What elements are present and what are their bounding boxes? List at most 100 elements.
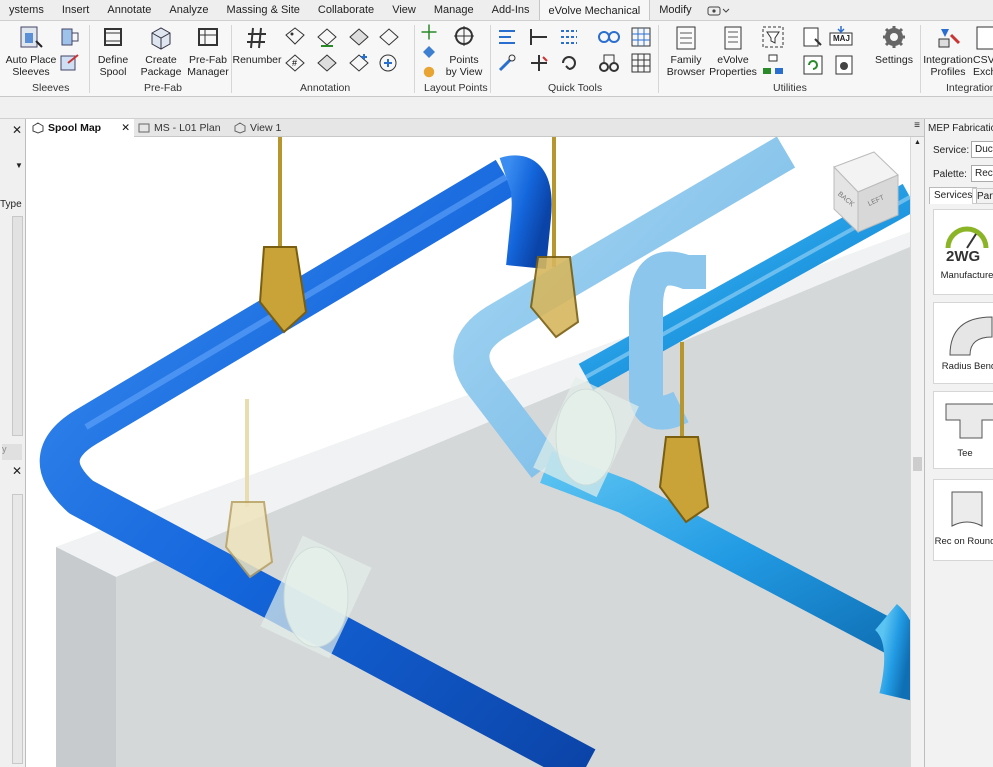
tab-view-1[interactable]: View 1 xyxy=(234,119,304,137)
viewport-scrollbar[interactable]: ▲ xyxy=(910,137,924,767)
family-browser-button[interactable]: Family Browser xyxy=(664,23,708,78)
auto-place-sleeves-button[interactable]: Auto Place Sleeves xyxy=(6,23,56,78)
tag-edit-icon[interactable] xyxy=(315,51,339,75)
ribbon-panel: Auto Place Sleeves Sleeves Define Spool … xyxy=(0,21,993,97)
align-tool-icon[interactable] xyxy=(495,25,519,49)
tab-add-ins[interactable]: Add-Ins xyxy=(483,0,539,20)
rec-on-round-icon xyxy=(951,491,983,527)
rotate-tool-icon[interactable] xyxy=(557,51,581,75)
points-by-view-button[interactable]: Points by View xyxy=(442,23,486,78)
gear-icon xyxy=(883,26,905,48)
pipe-hanger[interactable] xyxy=(529,256,580,339)
service-item-tee[interactable]: Tee xyxy=(933,391,993,469)
tab-modify[interactable]: Modify xyxy=(650,0,700,20)
tag-all-icon[interactable] xyxy=(347,25,371,49)
scrollbar[interactable] xyxy=(12,216,23,436)
tab-parts[interactable]: Parts xyxy=(972,188,993,204)
tag-add-icon[interactable] xyxy=(347,51,371,75)
ribbon-options-dropdown[interactable] xyxy=(701,0,737,20)
dimension-tag-icon[interactable] xyxy=(315,25,339,49)
tab-menu-icon[interactable]: ≡ xyxy=(914,120,920,131)
prefab-manager-button[interactable]: Pre-Fab Manager xyxy=(186,23,230,78)
maj-button[interactable]: MAJ xyxy=(829,25,855,49)
circles-tool-icon[interactable] xyxy=(597,25,621,49)
connect-tool-icon[interactable] xyxy=(597,51,621,75)
wrench-tool-icon[interactable] xyxy=(495,51,519,75)
tag-outline-icon[interactable] xyxy=(377,25,401,49)
tab-collaborate[interactable]: Collaborate xyxy=(309,0,383,20)
3d-view-icon xyxy=(32,122,44,134)
service-dropdown[interactable]: Duct xyxy=(971,141,993,158)
prefab-manager-icon xyxy=(198,28,218,46)
3d-view-icon xyxy=(234,122,246,134)
distribute-tool-icon[interactable] xyxy=(557,25,581,49)
utilities-group-label: Utilities xyxy=(773,82,807,94)
cut-tool-icon[interactable] xyxy=(527,51,551,75)
model-scene: BACK LEFT xyxy=(39,137,910,767)
tag-add-circle-icon[interactable] xyxy=(377,51,401,75)
grid-tool-icon[interactable] xyxy=(629,25,653,49)
renumber-button[interactable]: Renumber xyxy=(232,23,282,66)
number-tag-icon[interactable]: # xyxy=(283,51,307,75)
tab-systems[interactable]: ystems xyxy=(0,0,53,20)
sleeve-tool-icon[interactable] xyxy=(58,25,82,49)
sleeve-edit-icon[interactable] xyxy=(58,51,82,75)
create-package-button[interactable]: Create Package xyxy=(138,23,184,78)
close-icon[interactable]: ✕ xyxy=(12,464,22,478)
tab-ms-l01-plan[interactable]: MS - L01 Plan xyxy=(138,119,234,137)
tab-analyze[interactable]: Analyze xyxy=(160,0,217,20)
prefab-group-label: Pre-Fab xyxy=(144,82,182,94)
palette-dropdown[interactable]: Recta xyxy=(971,165,993,182)
tab-services[interactable]: Services xyxy=(929,187,978,204)
layout-point-icon[interactable] xyxy=(420,23,438,41)
tab-insert[interactable]: Insert xyxy=(53,0,99,20)
close-icon[interactable]: ✕ xyxy=(12,123,22,137)
service-item-rec-on-round[interactable]: Rec on Round xyxy=(933,479,993,561)
settings-button[interactable]: Settings xyxy=(874,23,914,66)
hierarchy-icon[interactable] xyxy=(761,53,785,77)
package-icon xyxy=(151,27,171,50)
minimize-ribbon-icon xyxy=(707,6,730,16)
quick-tools-group-label: Quick Tools xyxy=(548,82,603,94)
close-tab-icon[interactable]: ✕ xyxy=(121,119,134,137)
tab-view[interactable]: View xyxy=(383,0,425,20)
route-tool-icon[interactable] xyxy=(527,25,551,49)
define-spool-button[interactable]: Define Spool xyxy=(94,23,132,78)
scroll-thumb[interactable] xyxy=(913,457,922,471)
tab-manage[interactable]: Manage xyxy=(425,0,483,20)
panel-title: MEP Fabrication xyxy=(928,123,993,134)
gear-doc-icon[interactable] xyxy=(833,53,857,77)
chevron-down-icon[interactable]: ▼ xyxy=(15,161,23,170)
tab-annotate[interactable]: Annotate xyxy=(98,0,160,20)
report-icon[interactable] xyxy=(801,25,825,49)
tab-spool-map[interactable]: Spool Map ✕ xyxy=(26,119,134,137)
grid-edit-tool-icon[interactable] xyxy=(629,51,653,75)
service-item-radius-bend[interactable]: Radius Bend xyxy=(933,302,993,384)
csv-exchange-button[interactable]: CSV Exch xyxy=(973,23,993,78)
filter-icon[interactable] xyxy=(761,25,785,49)
tab-massing-site[interactable]: Massing & Site xyxy=(218,0,309,20)
csv-icon xyxy=(976,26,993,50)
scroll-up-icon[interactable]: ▲ xyxy=(914,139,921,146)
layout-point-blue-icon[interactable] xyxy=(420,43,438,61)
sleeves-group-label: Sleeves xyxy=(32,82,70,94)
evolve-properties-button[interactable]: eVolve Properties xyxy=(709,23,757,78)
family-browser-icon xyxy=(676,26,696,50)
refresh-icon[interactable] xyxy=(801,53,825,77)
integration-profiles-button[interactable]: Integration Profiles xyxy=(923,23,973,78)
layout-points-group-label: Layout Points xyxy=(424,82,488,94)
plan-view-icon xyxy=(138,123,150,133)
options-bar xyxy=(0,97,993,119)
3d-viewport[interactable]: BACK LEFT xyxy=(26,137,910,767)
service-label: Service: xyxy=(933,145,970,156)
radius-bend-icon xyxy=(949,316,993,356)
tab-evolve-mechanical[interactable]: eVolve Mechanical xyxy=(538,0,651,20)
tag-icon[interactable] xyxy=(283,25,307,49)
layout-point-orange-icon[interactable] xyxy=(420,63,438,81)
view-tab-bar: Spool Map ✕ MS - L01 Plan View 1 ≡ xyxy=(26,119,924,137)
integrations-group-label: Integrations xyxy=(946,82,993,94)
service-item-manufacture[interactable]: 2WG Manufacture xyxy=(933,209,993,295)
manufacturer-logo-text: 2WG xyxy=(946,248,981,265)
properties-icon xyxy=(724,26,742,50)
scrollbar[interactable] xyxy=(12,494,23,764)
